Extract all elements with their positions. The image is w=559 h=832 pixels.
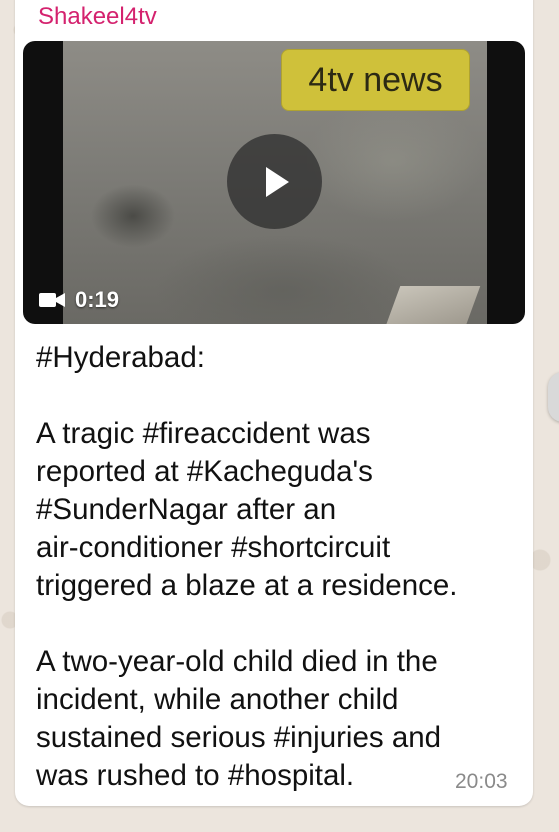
video-duration: 0:19 — [39, 287, 119, 313]
message-time: 20:03 — [455, 770, 508, 793]
play-button[interactable] — [227, 134, 322, 229]
play-icon — [265, 166, 289, 197]
video-camera-icon — [39, 293, 65, 307]
sender-name[interactable]: Shakeel4tv — [38, 3, 157, 31]
duration-text: 0:19 — [75, 287, 120, 312]
news-badge: 4tv news — [281, 49, 470, 111]
message-text: #Hyderabad: A tragic #fireaccident was r… — [36, 341, 458, 792]
scroll-handle[interactable] — [548, 372, 559, 422]
